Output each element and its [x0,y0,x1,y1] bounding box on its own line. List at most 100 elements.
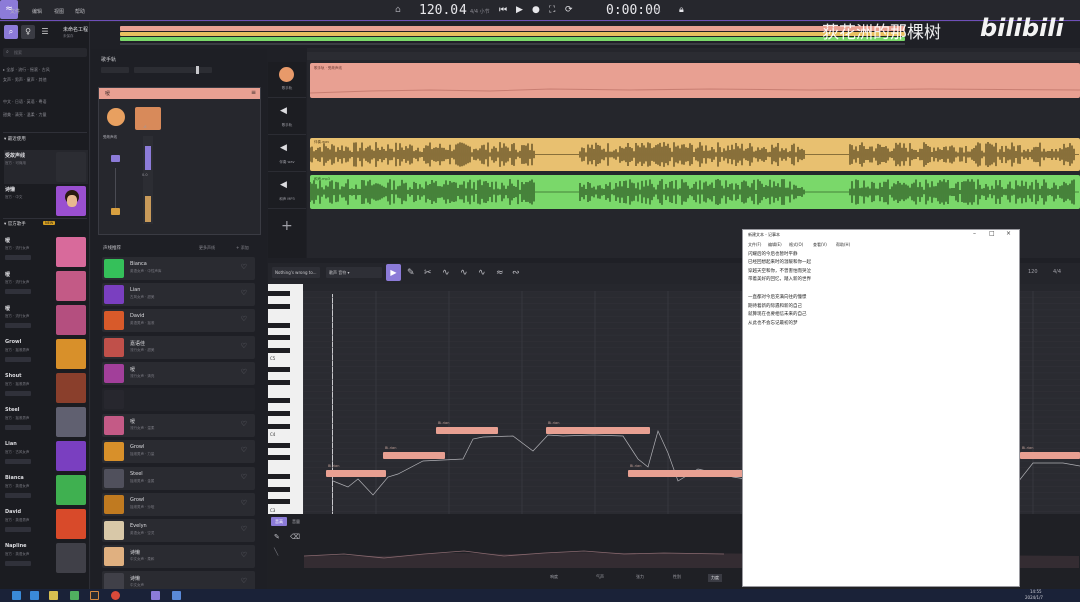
line-param-icon[interactable]: ╲ [274,547,278,557]
official-voice-item[interactable]: Growl 官方 · 摇滚男声 [4,337,88,371]
black-key[interactable] [268,442,290,448]
explorer-icon[interactable] [49,591,58,600]
overview-vocal[interactable] [120,26,905,31]
volume-slider-thumb[interactable] [196,66,199,74]
param-bottom-tab[interactable]: 响度 [550,574,558,580]
official-voice-item[interactable]: Napline 官方 · 英语女声 [4,541,88,575]
select-tool-icon[interactable]: ▶ [386,264,401,281]
note-block[interactable]: Bi-rian [326,464,386,477]
wave-tool-icon[interactable]: ∾ [512,268,520,278]
favorite-icon[interactable]: ♡ [241,551,247,559]
favorite-icon[interactable]: ♡ [241,499,247,507]
mode-select[interactable]: 歌声 音符 ▾ [326,267,382,278]
smooth-tool-icon[interactable]: ≈ [496,268,504,278]
metronome-icon[interactable]: ⌂ [395,5,401,15]
pan-knob[interactable] [101,67,129,73]
browser-icon[interactable] [111,591,120,600]
voice-list-item[interactable]: Evelyn 英语女声 · 空灵 ♡ [102,519,255,542]
voice-tab-icon[interactable]: ♀ [21,25,35,39]
grid-tempo[interactable]: 120 [1028,269,1038,275]
black-key[interactable] [268,303,290,309]
curve-tool-icon[interactable]: ∿ [478,268,486,278]
black-key[interactable] [268,423,290,429]
favorite-icon[interactable]: ♡ [241,473,247,481]
windows-icon[interactable] [30,591,39,600]
timeline-ruler[interactable] [307,52,1080,60]
black-key[interactable] [268,455,290,461]
voice-list-item[interactable]: Lian 古风女声 · 甜美 ♡ [102,283,255,307]
track-header-2[interactable]: ◀ 歌手轨 [268,99,306,135]
pitch-tool-icon[interactable]: ∿ [442,268,450,278]
fader-track[interactable] [115,168,116,208]
official-voice-item[interactable]: Lian 官方 · 古风女声 [4,439,88,473]
favorite-icon[interactable]: ♡ [241,525,247,533]
voice-list-item[interactable]: 嗳流行女声 · 清亮 ♡ [102,361,255,385]
time-signature-value[interactable]: 4 [459,3,467,18]
official-voice-item[interactable]: 嗳官方 · 流行女声 [4,303,88,337]
official-voice-item[interactable]: David 官方 · 英语男声 [4,507,88,541]
close-icon[interactable]: × [1006,230,1011,237]
voice-list-item[interactable]: 嗳流行女声 · 温柔 ♡ [102,414,255,438]
favorite-icon[interactable]: ♡ [241,446,247,454]
notepad-menu-help[interactable]: 帮助(H) [836,242,850,248]
official-voice-item[interactable]: Steel 官方 · 摇滚男声 [4,405,88,439]
notepad-text-area[interactable]: 闪耀后的今后也暂时平静 已经回想起来时的温暖和你一起 穿越天空和你，不曾害怕而哭… [743,249,1019,587]
track-header-vocal[interactable]: 歌手轨 [268,62,306,98]
voice-list-item[interactable]: Steel 摇滚男声 · 金属 ♡ [102,466,255,490]
voice-list-item[interactable]: David 英语男声 · 摇滚 ♡ [102,309,255,333]
search-tab-icon[interactable]: ⌕ [4,25,18,39]
black-key[interactable] [268,486,290,492]
menu-file[interactable]: 文件 [10,8,20,15]
grid-signature[interactable]: 4/4 [1053,269,1061,275]
more-voices-link[interactable]: 更多声线 [199,245,215,251]
black-key[interactable] [268,474,290,479]
track-header-mp3[interactable]: ◀ 和声 MP3 [268,173,306,209]
param-bottom-tab[interactable]: 张力 [636,574,644,580]
param-bottom-tab[interactable]: 气声 [596,574,604,580]
synth-app-icon[interactable] [90,591,99,600]
add-voice-button[interactable]: + 添加 [236,245,249,251]
erase-param-icon[interactable]: ⌫ [290,532,300,542]
recent-voice-item[interactable]: 诗懒 官方 · 中文 [4,184,88,218]
menu-edit[interactable]: 编辑 [32,8,42,15]
black-key[interactable] [268,366,290,372]
overview-wav[interactable] [120,32,905,36]
mp3-clip[interactable]: 和声.mp3 [310,175,1080,209]
notepad-menu-format[interactable]: 格式(O) [789,242,803,248]
official-voice-item[interactable]: 嗳官方 · 流行女声 [4,269,88,303]
menu-help[interactable]: 帮助 [75,8,85,15]
tempo-value[interactable]: 120.0 [419,3,458,18]
notepad-menu-edit[interactable]: 编辑(E) [768,242,782,248]
speaker-icon[interactable]: ◀ [280,106,287,116]
mute-button[interactable] [111,155,120,162]
minimize-icon[interactable]: – [973,230,976,237]
param-bottom-tab[interactable]: 力度 [708,574,722,582]
favorite-icon[interactable]: ♡ [241,315,247,323]
fit-icon[interactable]: ⛶ [549,5,555,15]
voice-list-item[interactable]: Growl 摇滚男声 · 力量 ♡ [102,440,255,464]
note-block[interactable]: Bi-rian [1020,446,1080,459]
favorite-icon[interactable]: ♡ [241,289,247,297]
voice-list-item[interactable]: Bianca 英语女声 · 中性声库 ♡ [102,257,255,280]
black-key[interactable] [268,348,290,353]
black-key[interactable] [268,335,290,341]
filter-row-1[interactable]: ▸ 全部 · 流行 · 摇滚 · 古风 [3,67,50,73]
lock-icon[interactable]: 🔒︎ [679,5,684,15]
section-official[interactable]: ▾ 官方歌手 [4,221,26,227]
record-icon[interactable]: ⟳ [565,5,573,15]
param-tab-volume[interactable]: 音量 [289,517,303,526]
favorite-icon[interactable]: ♡ [241,577,247,585]
volume-slider[interactable] [134,66,212,74]
maximize-icon[interactable]: □ [989,230,995,237]
skip-back-icon[interactable]: ⏮ [499,5,507,15]
favorite-icon[interactable]: ♡ [241,263,247,271]
black-key[interactable] [268,398,290,404]
solo-button[interactable] [111,208,120,215]
track-select[interactable]: Nothing's wrong to... [272,267,320,278]
black-key[interactable] [268,379,290,385]
app-icon[interactable] [151,591,160,600]
param-tab-pitch[interactable]: 音高 [271,517,287,526]
black-key[interactable] [268,291,290,297]
notepad-menu-file[interactable]: 文件(F) [748,242,761,248]
favorite-icon[interactable]: ♡ [241,368,247,376]
